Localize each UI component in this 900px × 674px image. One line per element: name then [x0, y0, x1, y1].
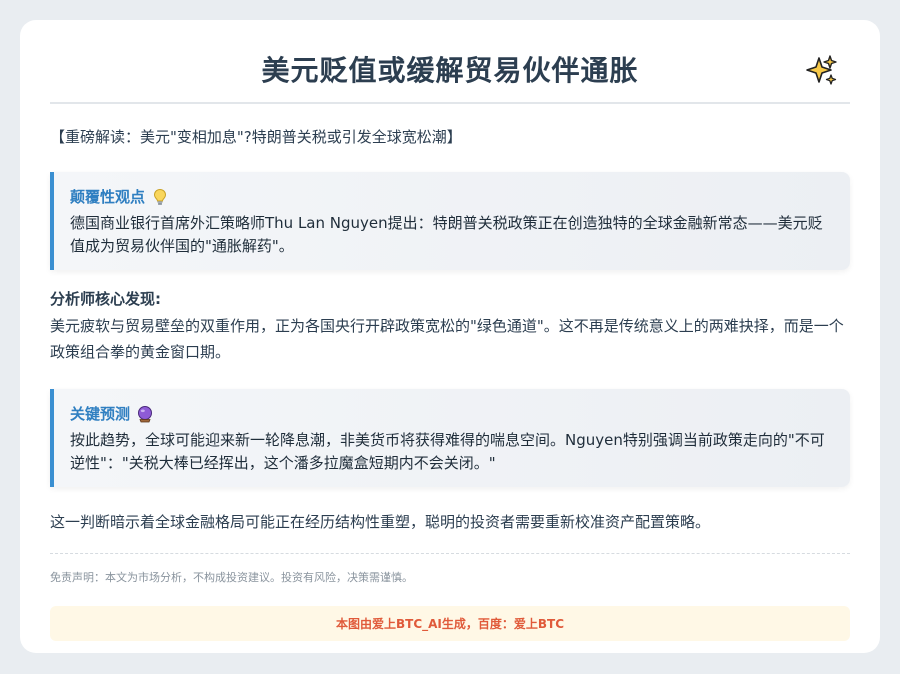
findings-body: 美元疲软与贸易壁垒的双重作用，正为各国央行开辟政策宽松的"绿色通道"。这不再是传… [50, 317, 844, 361]
viewpoint-body: 德国商业银行首席外汇策略师Thu Lan Nguyen提出：特朗普关税政策正在创… [70, 214, 823, 255]
findings-heading: 分析师核心发现: [50, 290, 161, 308]
viewpoint-heading: 颠覆性观点 [70, 188, 146, 206]
intro-text: 【重磅解读：美元"变相加息"?特朗普关税或引发全球宽松潮】 [50, 128, 462, 146]
article-card: 美元贬值或缓解贸易伙伴通胀 【重磅解读：美元"变相加息"?特朗普关税或引发全球宽… [20, 20, 880, 653]
header: 美元贬值或缓解贸易伙伴通胀 [50, 20, 850, 104]
page-title: 美元贬值或缓解贸易伙伴通胀 [261, 54, 639, 87]
viewpoint-callout: 颠覆性观点 德国商业银行首席外汇策略师Thu Lan Nguyen提出：特朗普关… [50, 172, 850, 270]
forecast-callout: 关键预测 按此趋势，全球可能迎来新一轮降息潮，非美货币将获得难得的喘息空间。Ng… [50, 389, 850, 487]
forecast-body: 按此趋势，全球可能迎来新一轮降息潮，非美货币将获得难得的喘息空间。Nguyen特… [70, 431, 825, 472]
divider [50, 553, 850, 554]
disclaimer-text: 免责声明：本文为市场分析，不构成投资建议。投资有风险，决策需谨慎。 [50, 571, 413, 584]
crystal-ball-icon [138, 406, 153, 423]
forecast-heading: 关键预测 [70, 405, 131, 423]
generation-notice: 本图由爱上BTC_AI生成，百度：爱上BTC [50, 606, 850, 641]
lightbulb-icon [154, 188, 167, 205]
sparkles-icon [806, 55, 837, 85]
closing-text: 这一判断暗示着全球金融格局可能正在经历结构性重塑，聪明的投资者需要重新校准资产配… [50, 513, 711, 531]
